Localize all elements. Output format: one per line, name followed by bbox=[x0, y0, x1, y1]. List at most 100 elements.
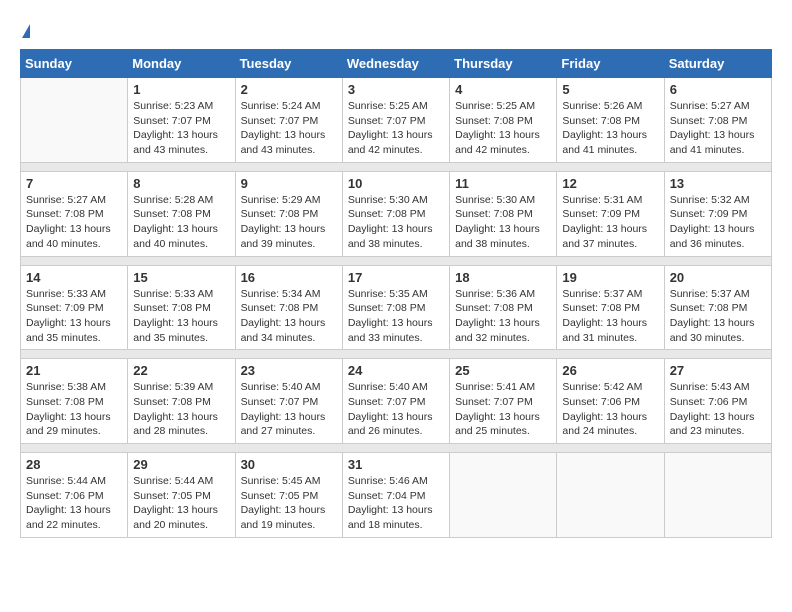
day-info: Sunrise: 5:23 AMSunset: 7:07 PMDaylight:… bbox=[133, 99, 229, 158]
day-info: Sunrise: 5:36 AMSunset: 7:08 PMDaylight:… bbox=[455, 287, 551, 346]
day-info: Sunrise: 5:25 AMSunset: 7:07 PMDaylight:… bbox=[348, 99, 444, 158]
day-number: 15 bbox=[133, 270, 229, 285]
day-header-friday: Friday bbox=[557, 50, 664, 78]
calendar-cell: 9 Sunrise: 5:29 AMSunset: 7:08 PMDaylight… bbox=[235, 171, 342, 256]
day-number: 16 bbox=[241, 270, 337, 285]
day-number: 14 bbox=[26, 270, 122, 285]
day-info: Sunrise: 5:37 AMSunset: 7:08 PMDaylight:… bbox=[670, 287, 766, 346]
day-info: Sunrise: 5:24 AMSunset: 7:07 PMDaylight:… bbox=[241, 99, 337, 158]
day-info: Sunrise: 5:33 AMSunset: 7:09 PMDaylight:… bbox=[26, 287, 122, 346]
calendar-cell bbox=[664, 453, 771, 538]
day-number: 19 bbox=[562, 270, 658, 285]
row-separator bbox=[21, 444, 772, 453]
day-info: Sunrise: 5:42 AMSunset: 7:06 PMDaylight:… bbox=[562, 380, 658, 439]
day-number: 10 bbox=[348, 176, 444, 191]
day-number: 3 bbox=[348, 82, 444, 97]
calendar-cell: 12Sunrise: 5:31 AMSunset: 7:09 PMDayligh… bbox=[557, 171, 664, 256]
logo-text bbox=[20, 20, 30, 39]
day-info: Sunrise: 5:27 AMSunset: 7:08 PMDaylight:… bbox=[670, 99, 766, 158]
calendar-cell: 28 Sunrise: 5:44 AMSunset: 7:06 PMDayligh… bbox=[21, 453, 128, 538]
calendar-cell: 24 Sunrise: 5:40 AMSunset: 7:07 PMDayligh… bbox=[342, 359, 449, 444]
calendar-cell: 1 Sunrise: 5:23 AMSunset: 7:07 PMDaylight… bbox=[128, 78, 235, 163]
day-number: 27 bbox=[670, 363, 766, 378]
calendar-week-1: 1 Sunrise: 5:23 AMSunset: 7:07 PMDaylight… bbox=[21, 78, 772, 163]
day-info: Sunrise: 5:28 AMSunset: 7:08 PMDaylight:… bbox=[133, 193, 229, 252]
day-info: Sunrise: 5:25 AMSunset: 7:08 PMDaylight:… bbox=[455, 99, 551, 158]
day-info: Sunrise: 5:43 AMSunset: 7:06 PMDaylight:… bbox=[670, 380, 766, 439]
day-number: 6 bbox=[670, 82, 766, 97]
day-number: 1 bbox=[133, 82, 229, 97]
calendar-week-3: 14 Sunrise: 5:33 AMSunset: 7:09 PMDayligh… bbox=[21, 265, 772, 350]
calendar-cell: 22 Sunrise: 5:39 AMSunset: 7:08 PMDayligh… bbox=[128, 359, 235, 444]
day-number: 7 bbox=[26, 176, 122, 191]
day-number: 4 bbox=[455, 82, 551, 97]
day-info: Sunrise: 5:30 AMSunset: 7:08 PMDaylight:… bbox=[455, 193, 551, 252]
day-info: Sunrise: 5:31 AMSunset: 7:09 PMDaylight:… bbox=[562, 193, 658, 252]
day-info: Sunrise: 5:40 AMSunset: 7:07 PMDaylight:… bbox=[348, 380, 444, 439]
calendar-cell: 8 Sunrise: 5:28 AMSunset: 7:08 PMDaylight… bbox=[128, 171, 235, 256]
day-info: Sunrise: 5:39 AMSunset: 7:08 PMDaylight:… bbox=[133, 380, 229, 439]
day-number: 18 bbox=[455, 270, 551, 285]
row-separator bbox=[21, 350, 772, 359]
calendar-week-4: 21Sunrise: 5:38 AMSunset: 7:08 PMDayligh… bbox=[21, 359, 772, 444]
day-number: 5 bbox=[562, 82, 658, 97]
calendar-cell: 30Sunrise: 5:45 AMSunset: 7:05 PMDayligh… bbox=[235, 453, 342, 538]
day-number: 26 bbox=[562, 363, 658, 378]
day-number: 23 bbox=[241, 363, 337, 378]
logo bbox=[20, 20, 30, 39]
row-separator bbox=[21, 256, 772, 265]
calendar-cell: 15Sunrise: 5:33 AMSunset: 7:08 PMDayligh… bbox=[128, 265, 235, 350]
day-info: Sunrise: 5:44 AMSunset: 7:06 PMDaylight:… bbox=[26, 474, 122, 533]
day-info: Sunrise: 5:46 AMSunset: 7:04 PMDaylight:… bbox=[348, 474, 444, 533]
day-header-thursday: Thursday bbox=[450, 50, 557, 78]
day-header-saturday: Saturday bbox=[664, 50, 771, 78]
day-number: 24 bbox=[348, 363, 444, 378]
day-info: Sunrise: 5:34 AMSunset: 7:08 PMDaylight:… bbox=[241, 287, 337, 346]
calendar-cell: 27 Sunrise: 5:43 AMSunset: 7:06 PMDayligh… bbox=[664, 359, 771, 444]
day-header-monday: Monday bbox=[128, 50, 235, 78]
day-number: 8 bbox=[133, 176, 229, 191]
calendar-cell: 18 Sunrise: 5:36 AMSunset: 7:08 PMDayligh… bbox=[450, 265, 557, 350]
calendar-cell: 5 Sunrise: 5:26 AMSunset: 7:08 PMDaylight… bbox=[557, 78, 664, 163]
day-number: 25 bbox=[455, 363, 551, 378]
calendar-cell: 17Sunrise: 5:35 AMSunset: 7:08 PMDayligh… bbox=[342, 265, 449, 350]
calendar-cell: 13Sunrise: 5:32 AMSunset: 7:09 PMDayligh… bbox=[664, 171, 771, 256]
day-number: 9 bbox=[241, 176, 337, 191]
calendar-cell: 2 Sunrise: 5:24 AMSunset: 7:07 PMDaylight… bbox=[235, 78, 342, 163]
calendar-cell: 4 Sunrise: 5:25 AMSunset: 7:08 PMDaylight… bbox=[450, 78, 557, 163]
day-info: Sunrise: 5:45 AMSunset: 7:05 PMDaylight:… bbox=[241, 474, 337, 533]
calendar-week-5: 28 Sunrise: 5:44 AMSunset: 7:06 PMDayligh… bbox=[21, 453, 772, 538]
calendar-header-row: SundayMondayTuesdayWednesdayThursdayFrid… bbox=[21, 50, 772, 78]
calendar-cell: 31Sunrise: 5:46 AMSunset: 7:04 PMDayligh… bbox=[342, 453, 449, 538]
calendar-cell: 20 Sunrise: 5:37 AMSunset: 7:08 PMDayligh… bbox=[664, 265, 771, 350]
day-number: 22 bbox=[133, 363, 229, 378]
calendar-cell: 11Sunrise: 5:30 AMSunset: 7:08 PMDayligh… bbox=[450, 171, 557, 256]
calendar-cell: 14 Sunrise: 5:33 AMSunset: 7:09 PMDayligh… bbox=[21, 265, 128, 350]
calendar-cell: 29Sunrise: 5:44 AMSunset: 7:05 PMDayligh… bbox=[128, 453, 235, 538]
day-info: Sunrise: 5:30 AMSunset: 7:08 PMDaylight:… bbox=[348, 193, 444, 252]
calendar-cell: 26 Sunrise: 5:42 AMSunset: 7:06 PMDayligh… bbox=[557, 359, 664, 444]
day-info: Sunrise: 5:26 AMSunset: 7:08 PMDaylight:… bbox=[562, 99, 658, 158]
day-info: Sunrise: 5:40 AMSunset: 7:07 PMDaylight:… bbox=[241, 380, 337, 439]
day-info: Sunrise: 5:29 AMSunset: 7:08 PMDaylight:… bbox=[241, 193, 337, 252]
day-number: 28 bbox=[26, 457, 122, 472]
day-info: Sunrise: 5:32 AMSunset: 7:09 PMDaylight:… bbox=[670, 193, 766, 252]
calendar-cell bbox=[450, 453, 557, 538]
calendar-cell: 6 Sunrise: 5:27 AMSunset: 7:08 PMDaylight… bbox=[664, 78, 771, 163]
calendar-table: SundayMondayTuesdayWednesdayThursdayFrid… bbox=[20, 49, 772, 538]
calendar-cell: 10 Sunrise: 5:30 AMSunset: 7:08 PMDayligh… bbox=[342, 171, 449, 256]
day-header-sunday: Sunday bbox=[21, 50, 128, 78]
day-info: Sunrise: 5:37 AMSunset: 7:08 PMDaylight:… bbox=[562, 287, 658, 346]
calendar-cell: 16 Sunrise: 5:34 AMSunset: 7:08 PMDayligh… bbox=[235, 265, 342, 350]
calendar-cell: 23 Sunrise: 5:40 AMSunset: 7:07 PMDayligh… bbox=[235, 359, 342, 444]
calendar-cell: 21Sunrise: 5:38 AMSunset: 7:08 PMDayligh… bbox=[21, 359, 128, 444]
day-number: 21 bbox=[26, 363, 122, 378]
row-separator bbox=[21, 162, 772, 171]
day-number: 2 bbox=[241, 82, 337, 97]
page-header bbox=[20, 20, 772, 39]
day-info: Sunrise: 5:27 AMSunset: 7:08 PMDaylight:… bbox=[26, 193, 122, 252]
day-info: Sunrise: 5:44 AMSunset: 7:05 PMDaylight:… bbox=[133, 474, 229, 533]
day-info: Sunrise: 5:35 AMSunset: 7:08 PMDaylight:… bbox=[348, 287, 444, 346]
calendar-cell bbox=[21, 78, 128, 163]
day-number: 20 bbox=[670, 270, 766, 285]
